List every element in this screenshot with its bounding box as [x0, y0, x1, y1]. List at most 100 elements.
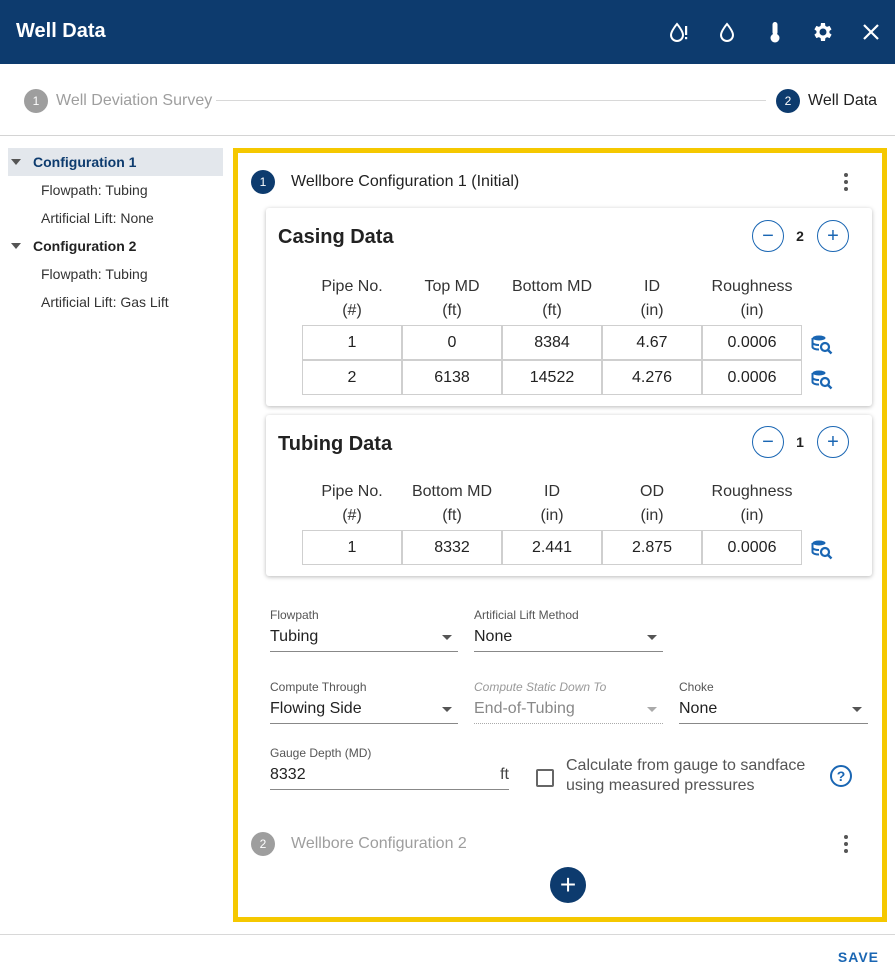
tree-item-artificial-lift[interactable]: Artificial Lift: Gas Lift — [8, 288, 223, 316]
step-well-data[interactable]: 2 Well Data — [776, 89, 877, 113]
field-value[interactable]: 8332 — [270, 766, 306, 783]
field-label: Compute Static Down To — [474, 680, 607, 694]
tree-item-configuration-1[interactable]: Configuration 1 — [8, 148, 223, 176]
unit-label: ft — [500, 766, 509, 783]
step-label: Well Deviation Survey — [56, 92, 213, 109]
casing-count: 2 — [796, 228, 804, 244]
wellbore-configurations-panel: 1 Wellbore Configuration 1 (Initial) Cas… — [233, 148, 887, 922]
column-header: OD (in) — [640, 483, 664, 524]
choke-select[interactable]: Choke None — [679, 680, 868, 724]
help-icon[interactable]: ? — [830, 765, 852, 787]
tubing-data-card: Tubing Data − 1 + Pipe No. (#) Bottom MD(… — [266, 415, 872, 576]
table-cell[interactable]: 0 — [402, 325, 502, 360]
column-header: Roughness (in) — [711, 278, 793, 319]
step-label: Well Data — [808, 92, 878, 109]
field-value: Tubing — [270, 628, 319, 645]
configuration-title: Wellbore Configuration 2 — [291, 835, 467, 852]
gauge-depth-field[interactable]: Gauge Depth (MD) 8332 ft — [270, 746, 509, 790]
column-header: Bottom MD (ft) — [511, 278, 592, 319]
table-cell[interactable]: 6138 — [402, 360, 502, 395]
table-cell[interactable]: 2.441 — [502, 530, 602, 565]
window-title: Well Data — [16, 20, 106, 42]
table-cell[interactable]: 2 — [302, 360, 402, 395]
tree-item-label: Flowpath: Tubing — [41, 182, 148, 198]
field-value: Flowing Side — [270, 700, 362, 717]
stepper-connector — [216, 100, 766, 101]
tubing-data-title: Tubing Data — [278, 433, 393, 455]
table-cell[interactable]: 14522 — [502, 360, 602, 395]
footer: SAVE — [0, 934, 895, 979]
database-search-icon[interactable] — [811, 538, 833, 560]
table-cell[interactable]: 8332 — [402, 530, 502, 565]
add-casing-button[interactable]: + — [817, 220, 849, 252]
tree-item-label: Flowpath: Tubing — [41, 266, 148, 282]
remove-tubing-button[interactable]: − — [752, 426, 784, 458]
tree-item-label: Artificial Lift: Gas Lift — [41, 294, 169, 310]
step-number: 1 — [24, 89, 48, 113]
field-label: Choke — [679, 680, 714, 694]
column-header: Roughness (in) — [711, 483, 793, 524]
configuration-tree: Configuration 1 Flowpath: Tubing Artific… — [8, 148, 223, 316]
tree-item-flowpath[interactable]: Flowpath: Tubing — [8, 260, 223, 288]
table-cell[interactable]: 0.0006 — [702, 325, 802, 360]
more-vert-icon[interactable] — [836, 170, 856, 194]
artificial-lift-method-select[interactable]: Artificial Lift Method None — [474, 608, 663, 652]
table-cell[interactable]: 1 — [302, 325, 402, 360]
wellbore-configuration-1-header[interactable]: 1 Wellbore Configuration 1 (Initial) — [251, 170, 851, 194]
table-cell[interactable]: 2.875 — [602, 530, 702, 565]
tree-item-label: Configuration 1 — [33, 154, 137, 170]
configuration-number: 1 — [251, 170, 275, 194]
tree-item-label: Configuration 2 — [33, 238, 137, 254]
thermometer-icon[interactable] — [761, 18, 789, 46]
dropdown-arrow-icon — [647, 707, 657, 712]
caret-down-icon[interactable] — [11, 243, 21, 249]
compute-static-down-to-select: Compute Static Down To End-of-Tubing — [474, 680, 663, 724]
droplet-alert-icon[interactable] — [665, 18, 693, 46]
dropdown-arrow-icon — [647, 635, 657, 640]
checkbox-label: Calculate from gauge to sandface using m… — [566, 757, 806, 794]
caret-down-icon[interactable] — [11, 159, 21, 165]
field-value: None — [679, 700, 718, 717]
table-cell[interactable]: 4.67 — [602, 325, 702, 360]
calculate-from-gauge-checkbox[interactable] — [536, 769, 554, 787]
tubing-count: 1 — [796, 434, 804, 450]
table-cell[interactable]: 1 — [302, 530, 402, 565]
tree-item-flowpath[interactable]: Flowpath: Tubing — [8, 176, 223, 204]
field-label: Artificial Lift Method — [474, 608, 579, 622]
title-bar: Well Data — [0, 0, 895, 64]
dropdown-arrow-icon — [442, 635, 452, 640]
wellbore-configuration-2-header[interactable]: 2 Wellbore Configuration 2 — [251, 832, 851, 856]
tree-item-configuration-2[interactable]: Configuration 2 — [8, 232, 223, 260]
gear-icon[interactable] — [809, 18, 837, 46]
close-icon[interactable] — [857, 18, 885, 46]
table-cell[interactable]: 0.0006 — [702, 360, 802, 395]
remove-casing-button[interactable]: − — [752, 220, 784, 252]
table-cell[interactable]: 4.276 — [602, 360, 702, 395]
add-tubing-button[interactable]: + — [817, 426, 849, 458]
field-label: Compute Through — [270, 680, 367, 694]
add-configuration-button[interactable]: + — [550, 867, 586, 903]
flowpath-select[interactable]: Flowpath Tubing — [270, 608, 458, 652]
database-search-icon[interactable] — [811, 333, 833, 355]
column-header: Top MD (ft) — [424, 278, 480, 319]
field-value: End-of-Tubing — [474, 700, 575, 717]
configuration-title: Wellbore Configuration 1 (Initial) — [291, 173, 520, 190]
table-cell[interactable]: 0.0006 — [702, 530, 802, 565]
column-header: Pipe No. (#) — [321, 483, 383, 524]
more-vert-icon[interactable] — [836, 832, 856, 856]
tree-item-artificial-lift[interactable]: Artificial Lift: None — [8, 204, 223, 232]
database-search-icon[interactable] — [811, 368, 833, 390]
field-label: Flowpath — [270, 608, 319, 622]
compute-through-select[interactable]: Compute Through Flowing Side — [270, 680, 458, 724]
table-cell[interactable]: 8384 — [502, 325, 602, 360]
save-button[interactable]: SAVE — [838, 949, 879, 965]
field-value: None — [474, 628, 513, 645]
column-header: Bottom MD (ft) — [411, 483, 492, 524]
dropdown-arrow-icon — [442, 707, 452, 712]
droplet-icon[interactable] — [713, 18, 741, 46]
column-header: Pipe No. (#) — [321, 278, 383, 319]
step-well-deviation-survey[interactable]: 1 Well Deviation Survey — [24, 89, 212, 113]
configuration-number: 2 — [251, 832, 275, 856]
column-header: ID (in) — [640, 278, 664, 319]
dropdown-arrow-icon — [852, 707, 862, 712]
